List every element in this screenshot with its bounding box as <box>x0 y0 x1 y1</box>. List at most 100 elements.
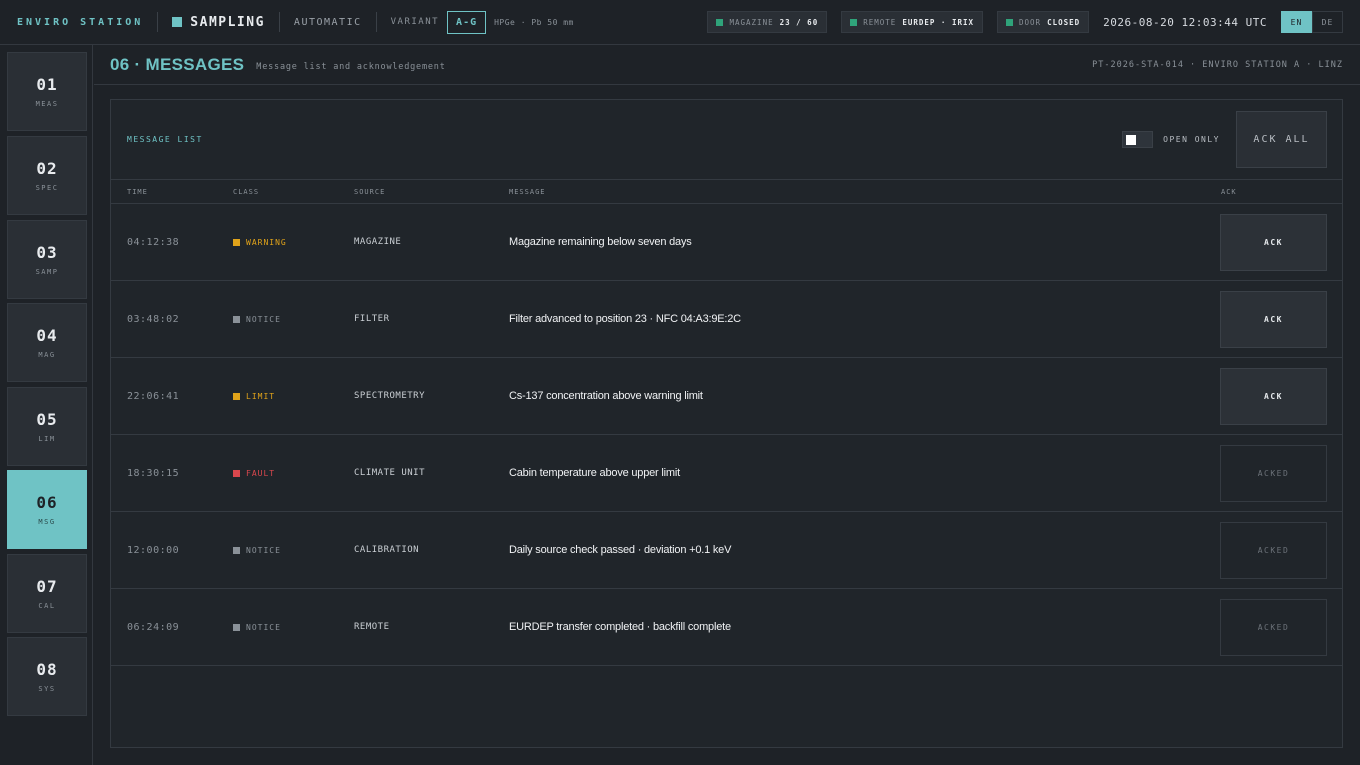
nav-item-msg[interactable]: 06 MSG <box>7 470 87 549</box>
mode-indicator: SAMPLING <box>172 15 265 30</box>
row-time: 04:12:38 <box>127 236 180 248</box>
door-status: DOOR CLOSED <box>997 11 1090 33</box>
class-square-icon <box>233 315 240 323</box>
top-bar: ENVIRO STATION SAMPLING AUTOMATIC VARIAN… <box>0 0 1360 45</box>
row-source: MAGAZINE <box>354 237 402 247</box>
ack-button[interactable]: ACK <box>1220 290 1327 348</box>
row-message: Cs-137 concentration above warning limit <box>509 390 703 402</box>
row-class: NOTICE <box>233 623 281 632</box>
row-class: NOTICE <box>233 546 281 555</box>
class-label: LIMIT <box>246 391 276 401</box>
table-header: TIME CLASS SOURCE MESSAGE ACK <box>111 180 1342 204</box>
lang-de-button[interactable]: DE <box>1312 11 1343 33</box>
door-value: CLOSED <box>1047 17 1081 27</box>
door-label: DOOR <box>1019 17 1042 27</box>
row-time: 12:00:00 <box>127 544 180 556</box>
nav-number: 04 <box>36 326 58 345</box>
row-class: WARNING <box>233 238 287 247</box>
nav-number: 06 <box>36 493 58 512</box>
nav-item-spec[interactable]: 02 SPEC <box>7 136 87 215</box>
page-header: 06 · MESSAGES Message list and acknowled… <box>94 45 1360 85</box>
ack-all-button[interactable]: ACK ALL <box>1236 111 1327 168</box>
status-dot-icon <box>716 18 724 26</box>
column-header-class: CLASS <box>233 187 260 196</box>
row-time: 22:06:41 <box>127 390 180 402</box>
row-time: 03:48:02 <box>127 313 180 325</box>
toggle-knob <box>1126 135 1137 145</box>
class-square-icon <box>233 392 240 400</box>
row-class: LIMIT <box>233 392 275 401</box>
class-square-icon <box>233 238 240 246</box>
panel-title: MESSAGE LIST <box>127 135 203 144</box>
row-source: FILTER <box>354 314 390 324</box>
remote-value: EURDEP · IRIX <box>902 17 975 27</box>
status-dot-icon <box>1006 18 1014 26</box>
open-only-toggle[interactable]: OPEN ONLY <box>1122 131 1220 148</box>
class-label: NOTICE <box>246 314 281 324</box>
nav-number: 02 <box>36 159 58 178</box>
class-label: NOTICE <box>246 622 281 632</box>
toggle-switch[interactable] <box>1122 131 1154 148</box>
remote-label: REMOTE <box>863 17 897 27</box>
row-class: NOTICE <box>233 315 281 324</box>
detector-info: HPGe · Pb 50 mm <box>494 17 574 27</box>
row-message: Cabin temperature above upper limit <box>509 467 680 479</box>
row-message: Daily source check passed · deviation +0… <box>509 544 732 556</box>
mode-square-icon <box>172 17 183 27</box>
row-source: CALIBRATION <box>354 545 420 555</box>
ack-button[interactable]: ACK <box>1220 213 1327 271</box>
nav-item-mag[interactable]: 04 MAG <box>7 303 87 382</box>
status-dot-icon <box>850 18 858 26</box>
class-label: WARNING <box>246 237 287 247</box>
nav-label: MAG <box>38 351 56 359</box>
magazine-label: MAGAZINE <box>729 17 774 27</box>
row-message: Filter advanced to position 23 · NFC 04:… <box>509 313 741 325</box>
nav-number: 01 <box>36 75 58 94</box>
nav-label: SPEC <box>35 184 59 192</box>
nav-number: 05 <box>36 410 58 429</box>
nav-item-sys[interactable]: 08 SYS <box>7 637 87 716</box>
clock: 2026-08-20 12:03:44 UTC <box>1103 15 1267 29</box>
nav-number: 07 <box>36 577 58 596</box>
nav-label: MSG <box>38 518 56 526</box>
nav-item-meas[interactable]: 01 MEAS <box>7 52 87 131</box>
column-header-time: TIME <box>127 187 148 196</box>
column-header-source: SOURCE <box>354 187 386 196</box>
divider <box>375 12 377 32</box>
row-time: 18:30:15 <box>127 467 180 479</box>
mode-label: SAMPLING <box>190 14 265 30</box>
divider <box>278 12 280 32</box>
variant-selector[interactable]: A-G <box>447 10 487 34</box>
nav-item-cal[interactable]: 07 CAL <box>7 554 87 633</box>
row-source: CLIMATE UNIT <box>354 468 426 478</box>
row-source: REMOTE <box>354 622 390 632</box>
table-row: 12:00:00 NOTICE CALIBRATION Daily source… <box>111 512 1342 589</box>
page-title: 06 · MESSAGES <box>110 54 245 74</box>
column-header-ack: ACK <box>1221 187 1237 196</box>
row-time: 06:24:09 <box>127 621 180 633</box>
divider <box>157 12 159 32</box>
lang-en-button[interactable]: EN <box>1281 11 1312 33</box>
class-square-icon <box>233 469 240 477</box>
brand-title: ENVIRO STATION <box>17 16 144 28</box>
nav-item-lim[interactable]: 05 LIM <box>7 387 87 466</box>
nav-label: LIM <box>38 435 56 443</box>
magazine-value: 23 / 60 <box>779 17 819 27</box>
acked-status: ACKED <box>1220 598 1327 656</box>
acked-status: ACKED <box>1220 444 1327 502</box>
table-row: 04:12:38 WARNING MAGAZINE Magazine remai… <box>111 204 1342 281</box>
nav-item-samp[interactable]: 03 SAMP <box>7 220 87 299</box>
nav-label: MEAS <box>35 100 59 108</box>
nav-label: SYS <box>38 685 56 693</box>
table-row: 03:48:02 NOTICE FILTER Filter advanced t… <box>111 281 1342 358</box>
magazine-status: MAGAZINE 23 / 60 <box>707 11 828 33</box>
row-message: Magazine remaining below seven days <box>509 236 692 248</box>
table-row: 18:30:15 FAULT CLIMATE UNIT Cabin temper… <box>111 435 1342 512</box>
row-source: SPECTROMETRY <box>354 391 426 401</box>
nav-number: 08 <box>36 660 58 679</box>
class-square-icon <box>233 546 240 554</box>
table-row: 06:24:09 NOTICE REMOTE EURDEP transfer c… <box>111 589 1342 666</box>
nav-label: SAMP <box>35 268 59 276</box>
station-location: PT-2026-STA-014 · ENVIRO STATION A · LIN… <box>1092 59 1343 70</box>
ack-button[interactable]: ACK <box>1220 367 1327 425</box>
